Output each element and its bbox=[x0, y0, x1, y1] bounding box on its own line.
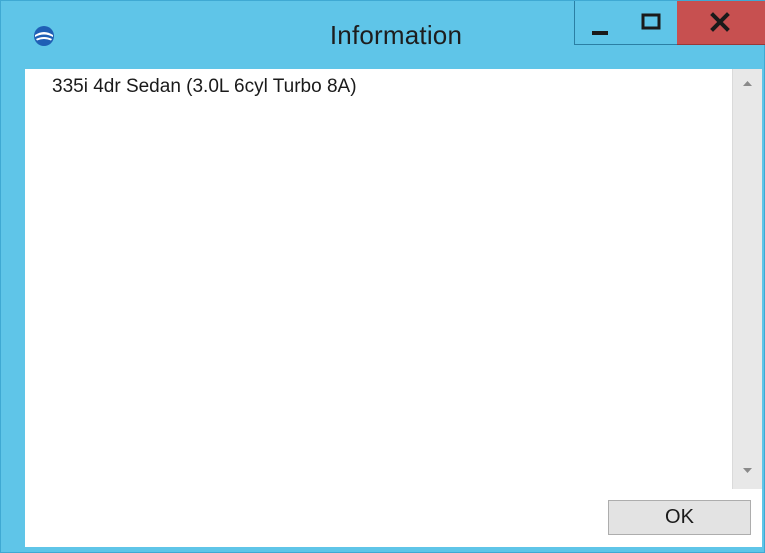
scroll-up-arrow-icon[interactable] bbox=[733, 71, 762, 95]
vehicle-description: 335i 4dr Sedan (3.0L 6cyl Turbo 8A) bbox=[52, 76, 357, 97]
title-bar[interactable]: Information bbox=[1, 1, 765, 69]
vertical-scrollbar[interactable] bbox=[732, 69, 762, 489]
ok-button[interactable]: OK bbox=[608, 500, 751, 535]
minimize-button[interactable] bbox=[574, 1, 626, 45]
close-icon bbox=[710, 12, 730, 32]
dialog-body: 335i 4dr Sedan (3.0L 6cyl Turbo 8A) OK bbox=[25, 69, 762, 547]
window-title: Information bbox=[329, 20, 463, 50]
maximize-button[interactable] bbox=[625, 1, 678, 45]
globe-icon bbox=[33, 25, 55, 47]
minimize-icon bbox=[592, 31, 608, 35]
scroll-down-arrow-icon[interactable] bbox=[733, 459, 762, 483]
maximize-icon bbox=[641, 13, 661, 30]
information-dialog: Information 335i 4dr Sedan (3.0L 6cyl Tu… bbox=[0, 0, 765, 553]
close-button[interactable] bbox=[677, 1, 765, 45]
info-text-area[interactable]: 335i 4dr Sedan (3.0L 6cyl Turbo 8A) bbox=[25, 69, 732, 489]
